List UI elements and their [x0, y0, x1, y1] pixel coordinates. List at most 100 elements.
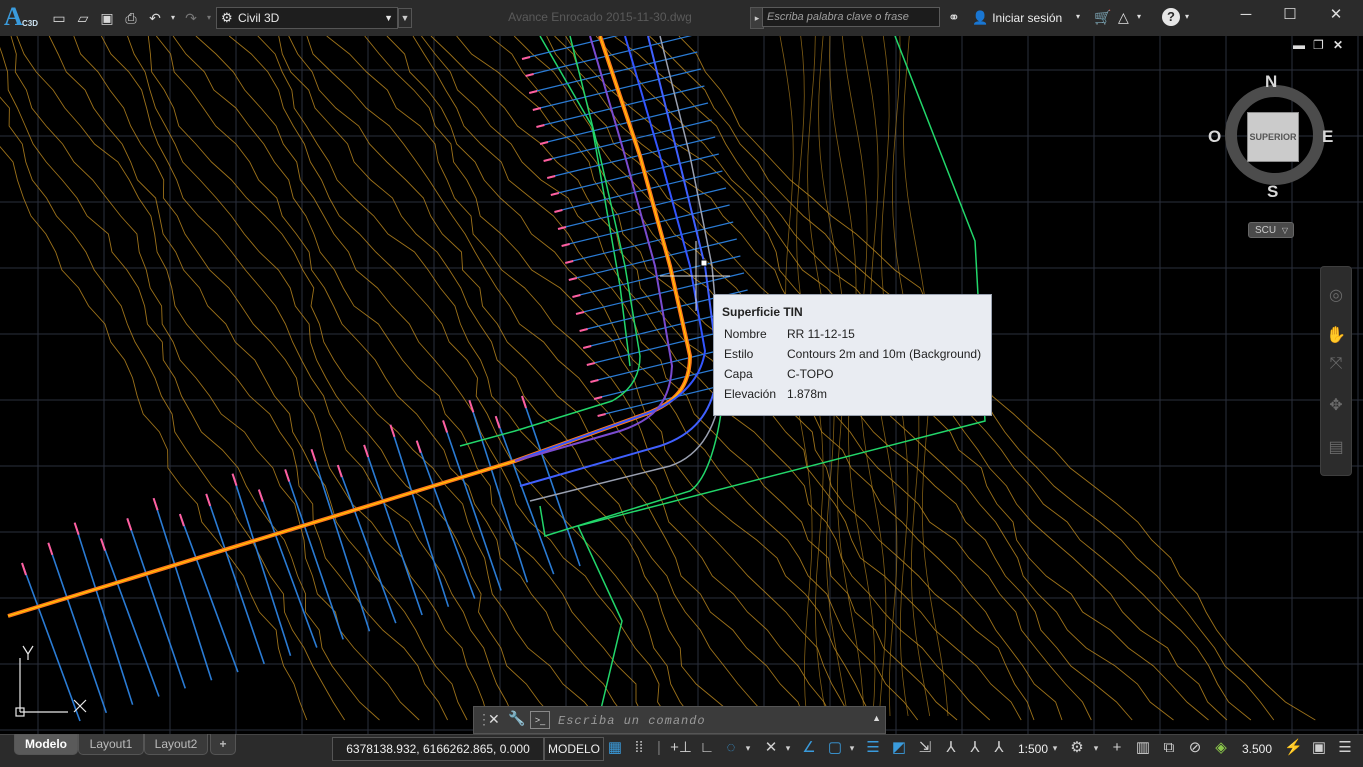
auto-scale-icon[interactable]: ⅄: [966, 738, 984, 758]
minimize-button[interactable]: ─: [1223, 4, 1269, 28]
annotation-scale-icon[interactable]: ⅄: [990, 738, 1008, 758]
polar-dropdown-icon[interactable]: ▾: [742, 738, 754, 758]
undo-icon[interactable]: ↶: [146, 9, 164, 27]
viewport-restore-button[interactable]: ❐: [1313, 38, 1324, 52]
viewport-minimize-button[interactable]: ▬: [1293, 38, 1305, 52]
isodraft-dropdown-icon[interactable]: ▾: [782, 738, 794, 758]
undo-dropdown-icon[interactable]: ▾: [164, 9, 182, 27]
add-layout-button[interactable]: +: [210, 734, 236, 755]
help-icon[interactable]: ?: [1162, 8, 1180, 26]
grid-icon[interactable]: ▦: [606, 738, 624, 758]
annotation-visibility-icon[interactable]: ⅄: [942, 738, 960, 758]
login-label: Iniciar sesión: [992, 11, 1063, 25]
compass-south[interactable]: S: [1267, 182, 1278, 202]
tab-layout1[interactable]: Layout1: [78, 734, 144, 755]
viewcube[interactable]: SUPERIOR N S E O: [1208, 70, 1340, 202]
help-dropdown-icon[interactable]: ▾: [1185, 8, 1189, 26]
command-input[interactable]: [556, 710, 860, 732]
tooltip-key: Estilo: [724, 347, 754, 361]
ortho-icon[interactable]: ∟: [698, 738, 716, 758]
polar-tracking-icon[interactable]: ◌: [722, 738, 740, 758]
hardware-acceleration-icon[interactable]: ⚡: [1284, 738, 1303, 758]
login-button[interactable]: 👤 Iniciar sesión: [972, 10, 1062, 26]
lock-ui-icon[interactable]: ⊘: [1186, 738, 1204, 758]
app-menu-button[interactable]: A C3D: [2, 2, 40, 32]
a360-icon[interactable]: △: [1118, 8, 1129, 26]
annotation-scale-value[interactable]: 1:500: [1018, 739, 1048, 759]
snap-icon[interactable]: ⁞⁞: [630, 738, 648, 758]
object-tooltip: Superficie TIN Nombre RR 11-12-15 Estilo…: [713, 294, 992, 416]
status-bar: Modelo Layout1 Layout2 + 6378138.932, 61…: [0, 734, 1363, 767]
redo-icon[interactable]: ↷: [182, 9, 200, 27]
steering-wheel-icon[interactable]: ◎: [1325, 285, 1347, 305]
close-button[interactable]: ✕: [1313, 4, 1359, 28]
object-snap-icon[interactable]: ▢: [826, 738, 844, 758]
pan-icon[interactable]: ✋: [1325, 325, 1347, 345]
gear-icon: ⚙: [221, 10, 233, 25]
isolate-objects-icon[interactable]: ◈: [1212, 738, 1230, 758]
object-snap-dropdown-icon[interactable]: ▾: [846, 738, 858, 758]
customization-icon[interactable]: ☰: [1336, 738, 1354, 758]
tooltip-value: C-TOPO: [787, 367, 834, 381]
workspace-dropdown-icon[interactable]: ▾: [1090, 738, 1102, 758]
clean-screen-icon[interactable]: ▣: [1310, 738, 1328, 758]
tooltip-value: 1.878m: [787, 387, 828, 401]
open-icon[interactable]: ▱: [74, 9, 92, 27]
app-logo-badge: C3D: [22, 19, 39, 28]
close-icon[interactable]: ✕: [488, 711, 500, 728]
scale-dropdown-icon[interactable]: ▾: [1050, 738, 1060, 758]
viewport-close-button[interactable]: ✕: [1333, 38, 1343, 52]
viewcube-face-top[interactable]: SUPERIOR: [1247, 112, 1299, 162]
contour-lines: [0, 36, 1316, 721]
drawing-canvas[interactable]: ▬ ❐ ✕: [0, 36, 1363, 734]
a360-dropdown-icon[interactable]: ▾: [1137, 8, 1141, 26]
transparency-icon[interactable]: ◩: [890, 738, 908, 758]
tooltip-value: RR 11-12-15: [787, 327, 855, 341]
annotation-monitor-icon[interactable]: +: [1108, 738, 1126, 758]
command-prompt-icon[interactable]: >_: [530, 711, 550, 729]
showmotion-icon[interactable]: ▤: [1325, 437, 1347, 457]
chevron-down-icon: ▽: [1281, 226, 1288, 235]
workspace-label: Civil 3D: [238, 11, 280, 25]
ucs-menu-button[interactable]: SCU ▽: [1248, 222, 1294, 238]
lineweight-icon[interactable]: ☰: [864, 738, 882, 758]
print-icon[interactable]: ⎙: [122, 9, 140, 27]
workspace-selector[interactable]: ⚙ Civil 3D ▼: [216, 7, 398, 29]
selection-cycling-icon[interactable]: ⇲: [916, 738, 934, 758]
compass-east[interactable]: E: [1322, 127, 1333, 147]
orbit-icon[interactable]: ✥: [1325, 395, 1347, 415]
dynamic-input-icon[interactable]: +⊥: [670, 738, 692, 758]
model-space-toggle[interactable]: MODELO: [544, 737, 604, 761]
wrench-icon[interactable]: 🔧: [508, 710, 525, 727]
tab-layout2[interactable]: Layout2: [144, 734, 208, 755]
cart-icon[interactable]: 🛒: [1094, 8, 1111, 26]
separator: |: [657, 739, 661, 756]
customize-toolbar-button[interactable]: ▼: [398, 8, 412, 28]
quick-properties-icon[interactable]: ⧉: [1160, 738, 1178, 758]
chevron-up-icon[interactable]: ▲: [872, 713, 881, 723]
search-input[interactable]: [762, 7, 940, 27]
tooltip-value: Contours 2m and 10m (Background): [787, 347, 982, 361]
maximize-button[interactable]: ☐: [1267, 4, 1313, 28]
navigation-bar: ◎ ✋ ⤧ ✥ ▤: [1320, 266, 1352, 476]
document-title: Avance Enrocado 2015-11-30.dwg: [508, 10, 692, 24]
elevation-value[interactable]: 3.500: [1242, 739, 1272, 759]
tooltip-key: Nombre: [724, 327, 767, 341]
coordinates-readout[interactable]: 6378138.932, 6166262.865, 0.000: [332, 737, 544, 761]
ucs-label: SCU: [1255, 225, 1277, 236]
login-dropdown-icon[interactable]: ▾: [1076, 8, 1080, 26]
title-bar: A C3D ▭ ▱ ▣ ⎙ ↶ ▾ ↷ ▾ ⚙ Civil 3D ▼ ▼ Ava…: [0, 0, 1363, 37]
gear-icon[interactable]: ⚙: [1068, 738, 1086, 758]
tab-model[interactable]: Modelo: [14, 734, 78, 755]
units-icon[interactable]: ▥: [1134, 738, 1152, 758]
object-snap-tracking-icon[interactable]: ∠: [800, 738, 818, 758]
save-icon[interactable]: ▣: [98, 9, 116, 27]
isodraft-icon[interactable]: ✕: [762, 738, 780, 758]
compass-north[interactable]: N: [1265, 72, 1277, 92]
app-logo: A: [4, 2, 23, 31]
tooltip-key: Elevación: [724, 387, 777, 401]
new-icon[interactable]: ▭: [50, 9, 68, 27]
compass-west[interactable]: O: [1208, 127, 1221, 147]
zoom-extents-icon[interactable]: ⤧: [1325, 355, 1347, 373]
binoculars-icon[interactable]: ⚭: [948, 8, 960, 26]
